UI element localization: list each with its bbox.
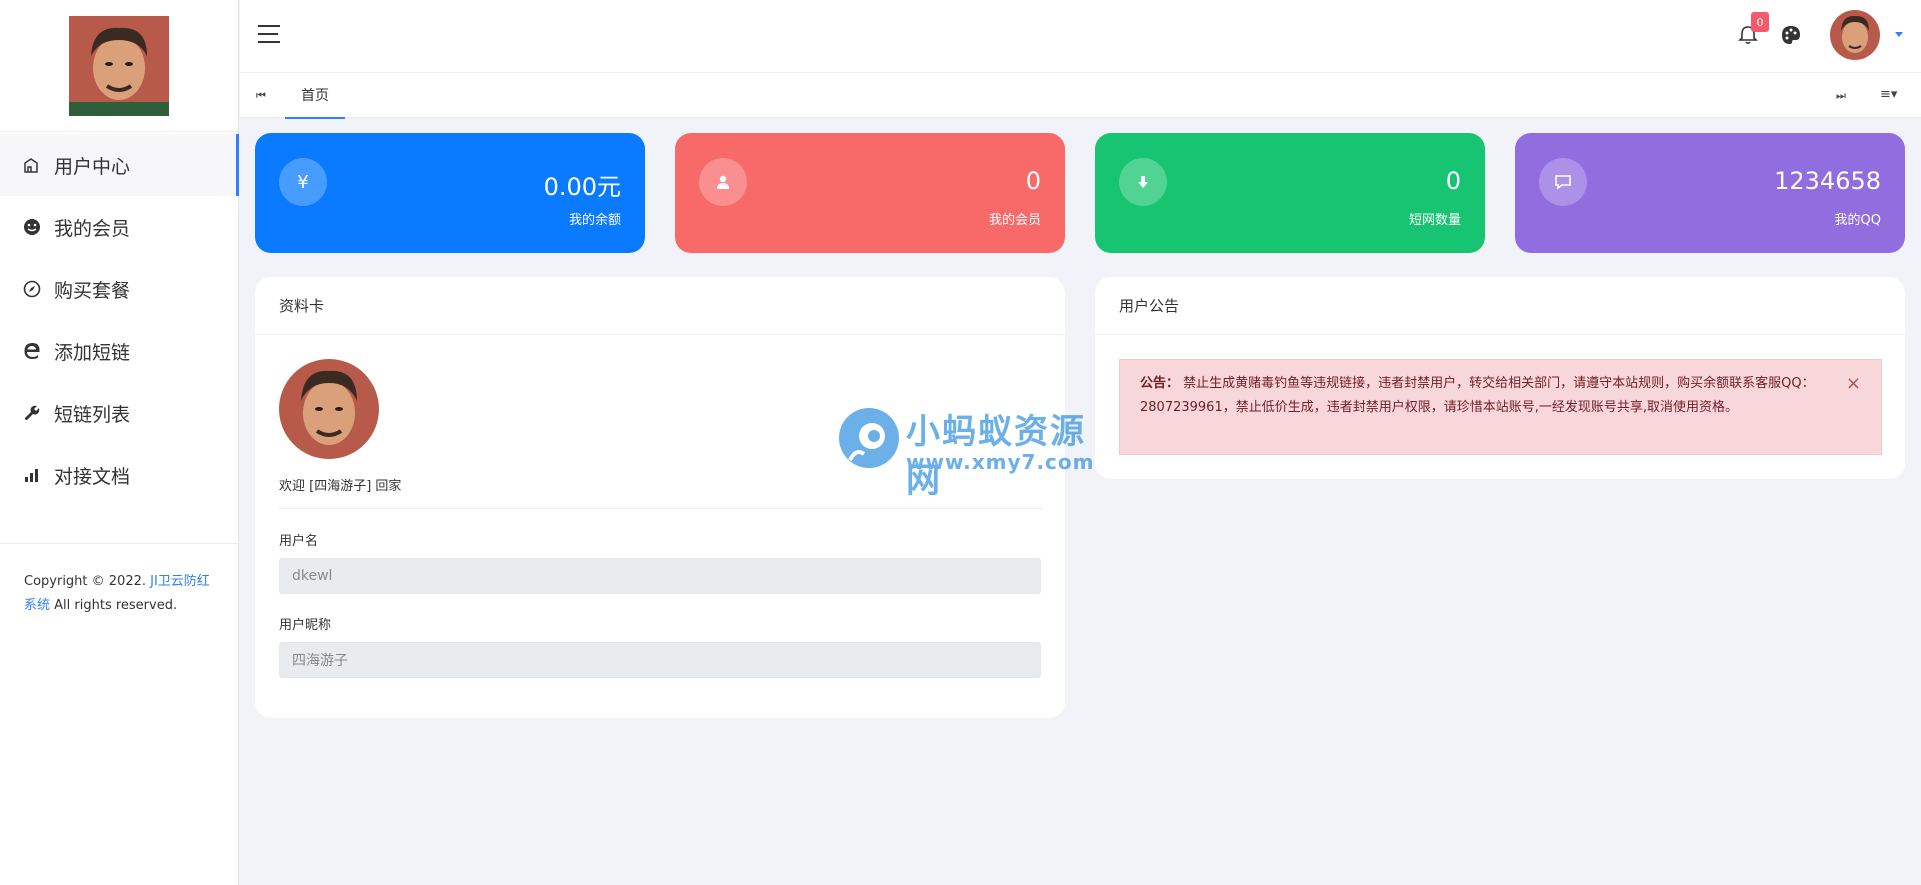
close-icon[interactable]: ×	[1846, 372, 1861, 396]
watermark: 小蚂蚁资源网 www.xmy7.com	[836, 404, 1093, 501]
sidebar-item-label: 添加短链	[54, 341, 131, 364]
tab-scroll-right-icon[interactable]: ⏭	[1836, 89, 1846, 103]
profile-divider	[279, 508, 1043, 509]
sidebar-item-label: 对接文档	[54, 465, 131, 488]
sidebar-item-label: 购买套餐	[54, 279, 131, 302]
home-icon	[22, 155, 42, 175]
sidebar-item-label: 短链列表	[54, 403, 131, 426]
sidebar: 用户中心 我的会员 购买套餐 添加短链 短链列表 对接文档 Copyright …	[0, 0, 239, 885]
announcement-card-title: 用户公告	[1095, 277, 1905, 335]
comment-icon	[1539, 158, 1587, 206]
copyright-suffix: All rights reserved.	[50, 598, 178, 613]
sidebar-item-add-short-link[interactable]: 添加短链	[0, 320, 238, 382]
site-logo[interactable]	[69, 15, 169, 116]
announcement-text: 禁止生成黄赌毒钓鱼等违规链接，违者封禁用户，转交给相关部门，请遵守本站规则，购买…	[1140, 376, 1815, 415]
smiley-icon	[22, 217, 42, 237]
wrench-icon	[22, 403, 42, 423]
tab-options-icon[interactable]: ≡▾	[1880, 87, 1897, 102]
logo-area	[0, 0, 238, 132]
user-avatar[interactable]	[1830, 10, 1880, 60]
watermark-logo-icon	[839, 408, 899, 468]
top-bar: 0	[240, 0, 1921, 72]
download-icon	[1119, 158, 1167, 206]
stat-value: 0	[1025, 167, 1041, 195]
sidebar-item-label: 用户中心	[54, 155, 131, 178]
profile-card-title: 资料卡	[255, 277, 1065, 335]
palette-icon[interactable]	[1780, 24, 1802, 46]
menu-toggle-icon[interactable]	[258, 25, 280, 45]
stat-card-short-links: 0 短网数量	[1095, 133, 1485, 253]
copyright: Copyright © 2022. JI卫云防红系统 All rights re…	[0, 544, 238, 618]
stat-card-qq: 1234658 我的QQ	[1515, 133, 1905, 253]
username-label: 用户名	[279, 534, 319, 549]
tab-home[interactable]: 首页	[285, 73, 345, 119]
sidebar-item-api-docs[interactable]: 对接文档	[0, 444, 238, 506]
sidebar-item-label: 我的会员	[54, 217, 131, 240]
announcement-alert: 公告： 禁止生成黄赌毒钓鱼等违规链接，违者封禁用户，转交给相关部门，请遵守本站规…	[1119, 359, 1882, 455]
sidebar-item-my-members[interactable]: 我的会员	[0, 196, 238, 258]
yen-icon: ¥	[279, 158, 327, 206]
tab-scroll-left-icon[interactable]: ⏮	[256, 89, 266, 103]
nickname-label: 用户昵称	[279, 618, 332, 633]
stat-value: 1234658	[1774, 167, 1881, 195]
welcome-text: 欢迎 [四海游子] 回家	[279, 479, 402, 494]
profile-avatar	[279, 359, 379, 459]
sidebar-item-short-link-list[interactable]: 短链列表	[0, 382, 238, 444]
stat-label: 短网数量	[1408, 213, 1461, 228]
user-icon	[699, 158, 747, 206]
copyright-prefix: Copyright © 2022.	[24, 574, 151, 589]
sidebar-item-user-center[interactable]: 用户中心	[0, 134, 239, 196]
tab-bar: ⏮ 首页 ⏭ ≡▾	[240, 72, 1921, 119]
stat-card-balance: ¥ 0.00元 我的余额	[255, 133, 645, 253]
bar-chart-icon	[22, 465, 42, 485]
stat-label: 我的余额	[568, 213, 621, 228]
nickname-field[interactable]	[279, 642, 1041, 678]
announcement-card: 用户公告 公告： 禁止生成黄赌毒钓鱼等违规链接，违者封禁用户，转交给相关部门，请…	[1095, 277, 1905, 479]
chevron-down-icon[interactable]	[1895, 32, 1903, 37]
stat-label: 我的QQ	[1834, 213, 1881, 228]
announcement-prefix: 公告：	[1140, 376, 1180, 391]
sidebar-menu: 用户中心 我的会员 购买套餐 添加短链 短链列表 对接文档	[0, 132, 239, 506]
compass-icon	[22, 279, 42, 299]
stat-value: 0.00元	[543, 173, 621, 201]
stat-card-members: 0 我的会员	[675, 133, 1065, 253]
username-field[interactable]	[279, 558, 1041, 594]
stat-value: 0	[1445, 167, 1461, 195]
notification-badge: 0	[1751, 12, 1769, 32]
stat-label: 我的会员	[988, 213, 1041, 228]
watermark-url: www.xmy7.com	[906, 450, 1095, 474]
sidebar-item-buy-package[interactable]: 购买套餐	[0, 258, 238, 320]
edge-icon	[22, 341, 42, 361]
